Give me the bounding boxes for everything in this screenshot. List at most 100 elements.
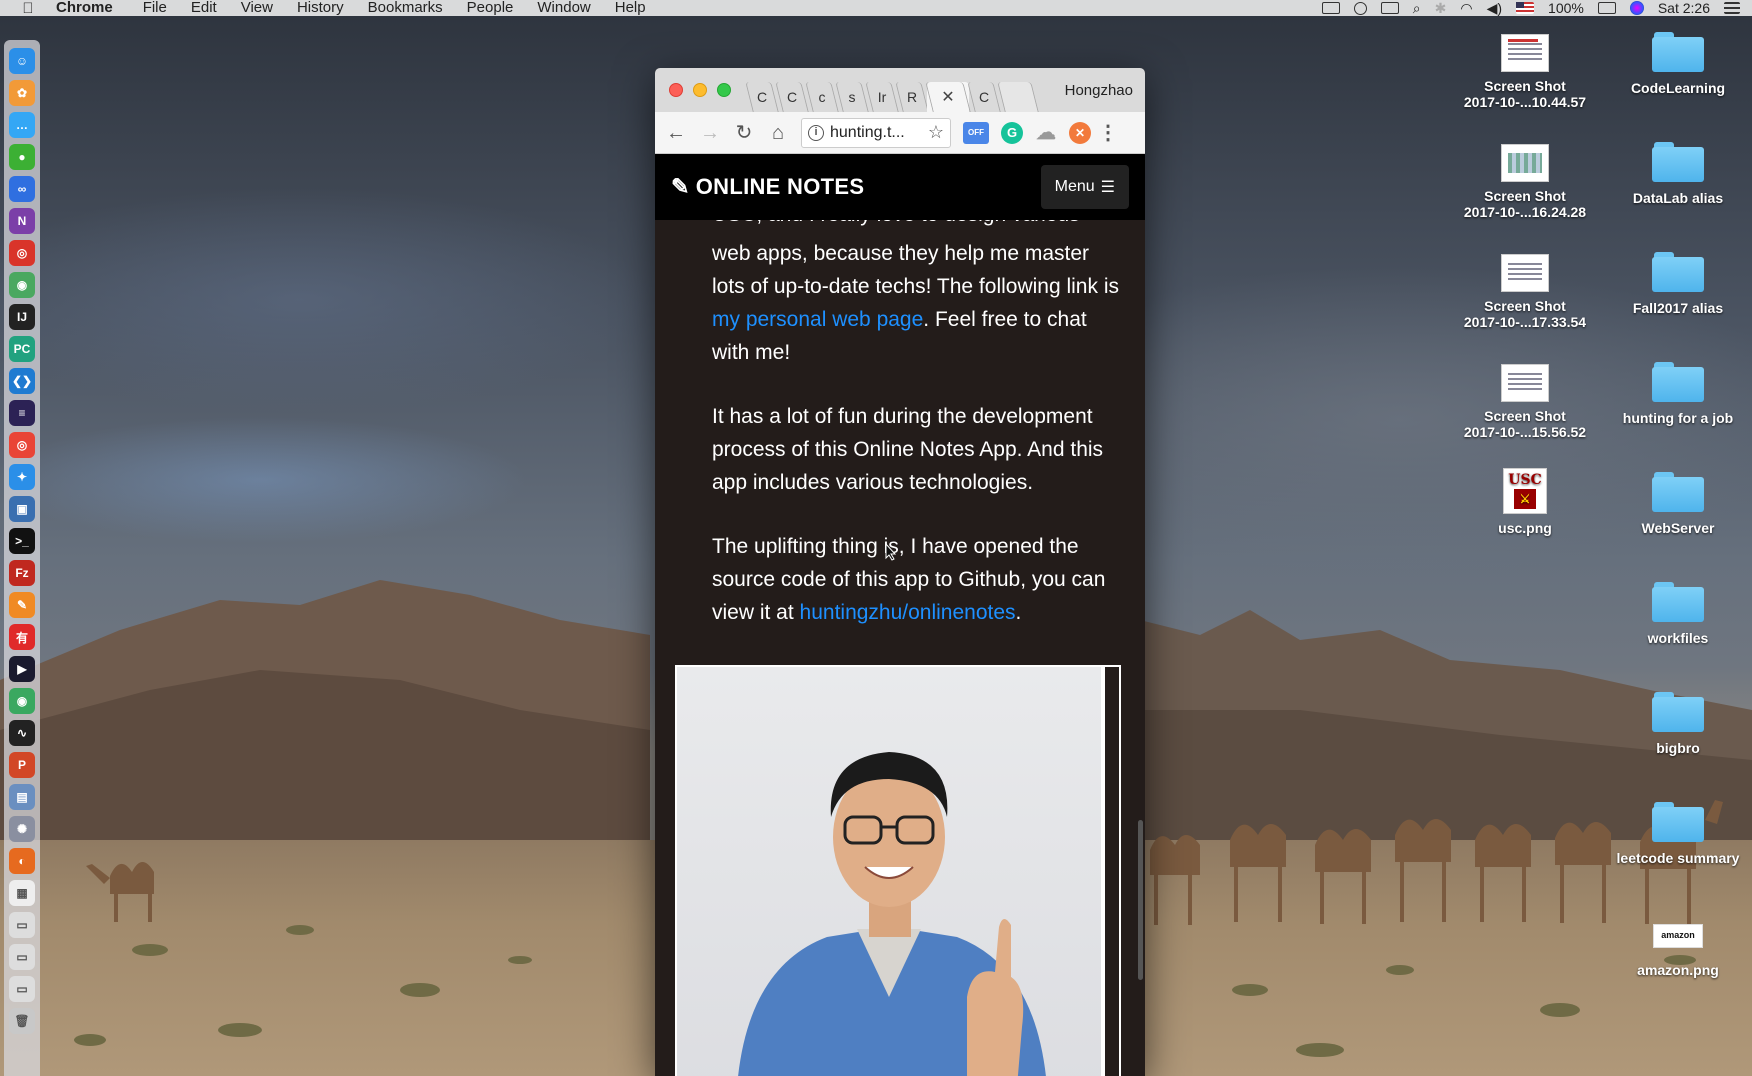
- firefox-icon[interactable]: ◐: [9, 848, 35, 874]
- tab[interactable]: C: [747, 82, 777, 112]
- home-icon[interactable]: ⌂: [767, 122, 789, 144]
- info-icon[interactable]: i: [808, 124, 824, 141]
- wifi-icon[interactable]: ◠: [1460, 0, 1472, 17]
- desktop-screenshot-file[interactable]: Screen Shot 2017-10-...17.33.54: [1450, 254, 1600, 330]
- macos-menu-bar:  Chrome File Edit View History Bookmark…: [0, 0, 1752, 17]
- close-tab-icon[interactable]: ✕: [941, 87, 954, 107]
- wechat-status-icon[interactable]: [1353, 1, 1367, 15]
- desktop-folder[interactable]: CodeLearning: [1603, 32, 1752, 96]
- trash-icon[interactable]: 🗑: [9, 1008, 35, 1034]
- desktop-folder[interactable]: DataLab alias: [1603, 142, 1752, 206]
- desktop-folder[interactable]: hunting for a job: [1603, 362, 1752, 426]
- siri-icon[interactable]: [1629, 1, 1644, 15]
- forward-arrow-icon[interactable]: →: [699, 122, 721, 144]
- chrome-menu-icon[interactable]: ⋮: [1098, 122, 1118, 144]
- tab[interactable]: s: [837, 82, 867, 112]
- filezilla-icon[interactable]: Fz: [9, 560, 35, 586]
- eclipse-icon[interactable]: ≡: [9, 400, 35, 426]
- reload-icon[interactable]: ↻: [733, 122, 755, 144]
- orange-extension-icon[interactable]: ✕: [1069, 121, 1091, 144]
- desktop-folder[interactable]: bigbro: [1603, 692, 1752, 756]
- tab[interactable]: R: [897, 82, 927, 112]
- youdao-icon[interactable]: 有: [9, 624, 35, 650]
- desktop-folder[interactable]: workfiles: [1603, 582, 1752, 646]
- wechat-icon[interactable]: ●: [9, 144, 35, 170]
- personal-web-page-link[interactable]: my personal web page: [712, 308, 923, 331]
- powerpoint-icon[interactable]: P: [9, 752, 35, 778]
- close-window-button[interactable]: [669, 83, 683, 97]
- menu-view[interactable]: View: [241, 0, 273, 16]
- apple-menu-icon[interactable]: : [0, 0, 56, 17]
- grammarly-extension-icon[interactable]: G: [1001, 121, 1023, 144]
- menu-people[interactable]: People: [467, 0, 514, 16]
- chat-status-icon[interactable]: [1380, 2, 1399, 14]
- bookmark-star-icon[interactable]: ☆: [928, 122, 944, 143]
- volume-icon[interactable]: ◀): [1487, 0, 1502, 17]
- launchpad-icon[interactable]: ✺: [9, 816, 35, 842]
- activity-monitor-icon[interactable]: ∿: [9, 720, 35, 746]
- new-tab-button[interactable]: [999, 82, 1037, 112]
- preview-icon[interactable]: ▤: [9, 784, 35, 810]
- tab[interactable]: C: [969, 82, 999, 112]
- messages-icon[interactable]: …: [9, 112, 35, 138]
- app-icon[interactable]: ◉: [9, 272, 35, 298]
- menu-file[interactable]: File: [143, 0, 167, 16]
- back-arrow-icon[interactable]: ←: [665, 122, 687, 144]
- menu-help[interactable]: Help: [615, 0, 646, 16]
- finder-icon[interactable]: ☺: [9, 48, 35, 74]
- adblock-off-extension-icon[interactable]: OFF: [963, 121, 989, 144]
- vscode-icon[interactable]: ❮❯: [9, 368, 35, 394]
- menu-edit[interactable]: Edit: [191, 0, 217, 16]
- safari-icon[interactable]: ✦: [9, 464, 35, 490]
- site-brand[interactable]: ✎ ONLINE NOTES: [671, 174, 864, 200]
- battery-icon[interactable]: [1597, 2, 1616, 14]
- desktop-folder[interactable]: WebServer: [1603, 472, 1752, 536]
- netease-music-icon[interactable]: ◎: [9, 240, 35, 266]
- github-repo-link[interactable]: huntingzhu/onlinenotes: [800, 601, 1016, 624]
- app-menu[interactable]: Chrome: [56, 0, 113, 16]
- menu-window[interactable]: Window: [537, 0, 590, 16]
- desktop-screenshot-file[interactable]: Screen Shot 2017-10-...16.24.28: [1450, 144, 1600, 220]
- us-flag-input-icon[interactable]: [1516, 2, 1535, 14]
- sublime-icon[interactable]: ✎: [9, 592, 35, 618]
- tab-active[interactable]: ✕: [927, 82, 969, 112]
- menu-bookmarks[interactable]: Bookmarks: [368, 0, 443, 16]
- desktop-folder[interactable]: Fall2017 alias: [1603, 252, 1752, 316]
- tab[interactable]: Ir: [867, 82, 897, 112]
- app-icon[interactable]: ◉: [9, 688, 35, 714]
- minimize-window-button[interactable]: [693, 83, 707, 97]
- camera-icon[interactable]: [1321, 2, 1340, 14]
- document-icon[interactable]: ▦: [9, 880, 35, 906]
- address-bar[interactable]: i hunting.t... ☆: [801, 117, 951, 148]
- onenote-icon[interactable]: N: [9, 208, 35, 234]
- spotlight-search-icon[interactable]: ⌕: [1413, 0, 1421, 17]
- tab[interactable]: C: [777, 82, 807, 112]
- page-scrollbar[interactable]: [1138, 820, 1143, 980]
- desktop-screenshot-file[interactable]: Screen Shot 2017-10-...10.44.57: [1450, 34, 1600, 110]
- intellij-icon[interactable]: IJ: [9, 304, 35, 330]
- cloud-extension-icon[interactable]: ☁: [1035, 122, 1057, 144]
- desktop-image-file[interactable]: amazon amazon.png: [1603, 924, 1752, 978]
- profile-name[interactable]: Hongzhao: [1065, 82, 1133, 99]
- photos-icon[interactable]: ✿: [9, 80, 35, 106]
- desktop-screenshot-file[interactable]: Screen Shot 2017-10-...15.56.52: [1450, 364, 1600, 440]
- menu-button[interactable]: Menu ☰: [1040, 165, 1129, 209]
- zoom-window-button[interactable]: [717, 83, 731, 97]
- desktop-image-file[interactable]: USC ⚔ usc.png: [1450, 468, 1600, 536]
- image-icon[interactable]: ▭: [9, 976, 35, 1002]
- menu-history[interactable]: History: [297, 0, 344, 16]
- folder-label: bigbro: [1656, 740, 1700, 756]
- image-icon[interactable]: ▭: [9, 912, 35, 938]
- chrome-icon[interactable]: ◎: [9, 432, 35, 458]
- virtualbox-icon[interactable]: ▣: [9, 496, 35, 522]
- notification-center-icon[interactable]: [1724, 2, 1740, 14]
- terminal-icon[interactable]: >_: [9, 528, 35, 554]
- pycharm-icon[interactable]: PC: [9, 336, 35, 362]
- menubar-clock[interactable]: Sat 2:26: [1658, 0, 1710, 16]
- image-icon[interactable]: ▭: [9, 944, 35, 970]
- quicktime-icon[interactable]: ▶: [9, 656, 35, 682]
- tab[interactable]: c: [807, 82, 837, 112]
- baidu-icon[interactable]: ∞: [9, 176, 35, 202]
- desktop-folder[interactable]: leetcode summary: [1603, 802, 1752, 866]
- bluetooth-icon[interactable]: ✱: [1435, 0, 1447, 17]
